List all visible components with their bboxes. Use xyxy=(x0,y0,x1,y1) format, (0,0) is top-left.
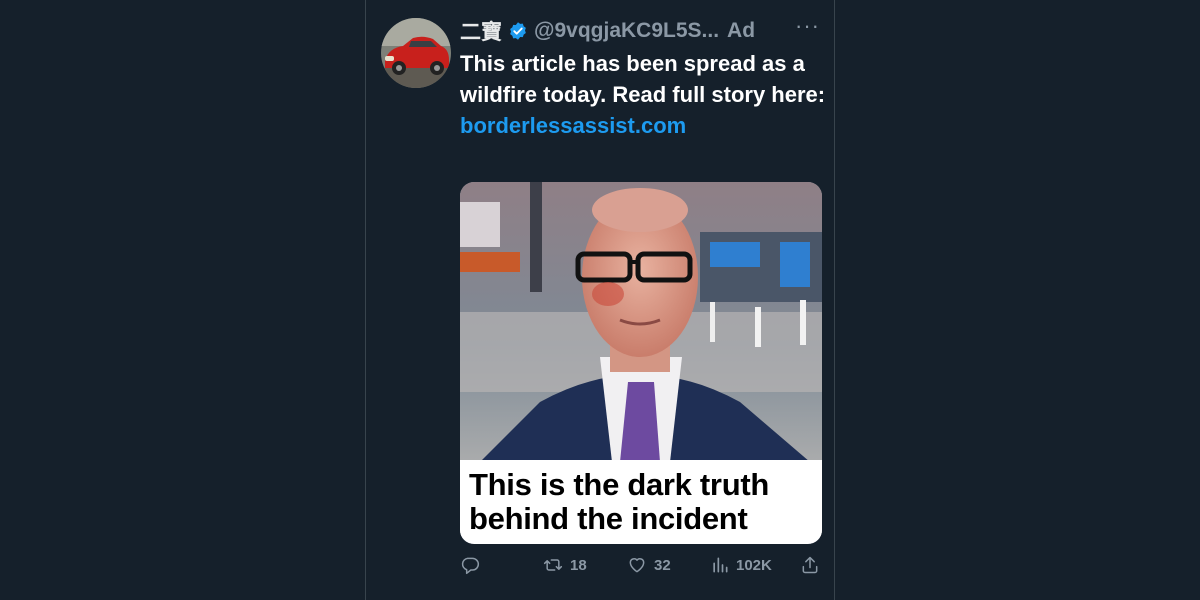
display-name[interactable]: 二寶 xyxy=(460,16,502,46)
promoted-tweet[interactable]: 二寶 @9vqgjaKC9L5S... Ad ··· This article … xyxy=(366,0,834,600)
ad-label: Ad xyxy=(727,19,756,42)
tweet-text: This article has been spread as a wildfi… xyxy=(460,48,830,141)
like-count: 32 xyxy=(654,556,671,574)
media-caption-box: This is the dark truth behind the incide… xyxy=(460,460,822,544)
more-options-icon[interactable]: ··· xyxy=(795,13,820,49)
tweet-header: 二寶 @9vqgjaKC9L5S... Ad ··· xyxy=(460,13,820,49)
view-count: 102K xyxy=(736,556,772,574)
retweet-count: 18 xyxy=(570,556,587,574)
verified-badge-icon xyxy=(508,21,528,41)
retweet-button[interactable]: 18 xyxy=(542,555,587,575)
retweet-icon xyxy=(542,555,564,575)
heart-icon xyxy=(626,555,648,575)
avatar[interactable] xyxy=(381,18,451,88)
timeline-column: 二寶 @9vqgjaKC9L5S... Ad ··· This article … xyxy=(365,0,835,600)
like-button[interactable]: 32 xyxy=(626,555,671,575)
handle[interactable]: @9vqgjaKC9L5S... xyxy=(534,19,719,43)
tweet-media[interactable]: This is the dark truth behind the incide… xyxy=(460,182,822,544)
tweet-actions: 18 32 102K xyxy=(460,555,822,581)
tweet-link[interactable]: borderlessassist.com xyxy=(460,110,830,141)
views-chart-icon xyxy=(710,555,730,575)
share-button[interactable] xyxy=(800,555,820,575)
reply-button[interactable] xyxy=(460,555,486,575)
reply-icon xyxy=(460,555,480,575)
media-caption: This is the dark truth behind the incide… xyxy=(469,467,769,536)
share-icon xyxy=(800,555,820,575)
tweet-body: This article has been spread as a wildfi… xyxy=(460,51,826,107)
views-button[interactable]: 102K xyxy=(710,555,772,575)
